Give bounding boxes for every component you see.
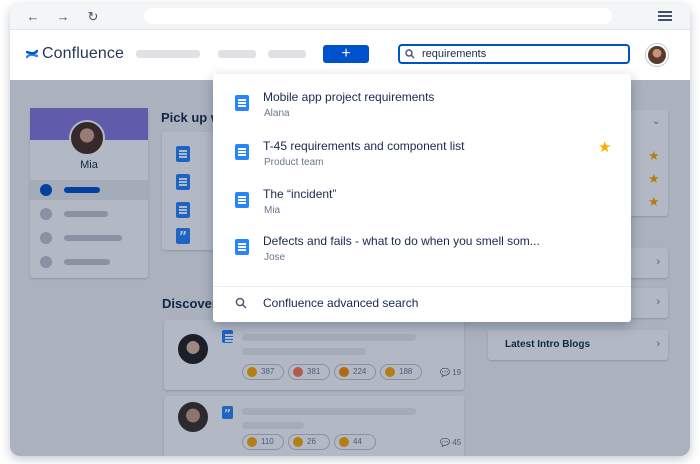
search-input[interactable]: requirements	[398, 44, 630, 64]
star-icon[interactable]: ★	[598, 138, 611, 156]
arrow-left-icon[interactable]: ←	[24, 8, 42, 26]
create-button[interactable]: +	[323, 45, 369, 63]
search-result-item[interactable]: The “incident” Mia	[213, 181, 631, 225]
advanced-search-link[interactable]: Confluence advanced search	[213, 288, 631, 320]
confluence-logo[interactable]: Confluence	[26, 45, 124, 63]
address-bar[interactable]	[144, 8, 612, 24]
result-title: T-45 requirements and component list	[263, 139, 465, 153]
confluence-logo-icon	[26, 49, 38, 59]
divider	[213, 286, 631, 287]
hamburger-menu-icon[interactable]	[658, 9, 672, 23]
search-result-item[interactable]: Defects and fails - what to do when you …	[213, 228, 631, 272]
nav-item-placeholder[interactable]	[136, 50, 200, 58]
user-avatar[interactable]	[646, 44, 668, 66]
search-icon	[405, 49, 415, 59]
page-icon	[235, 95, 249, 111]
nav-item-placeholder[interactable]	[268, 50, 306, 58]
reload-icon[interactable]: ↻	[84, 8, 102, 26]
app-name: Confluence	[42, 45, 124, 62]
advanced-search-label: Confluence advanced search	[263, 296, 419, 310]
top-navigation: Confluence + requirements	[10, 30, 690, 80]
page-icon	[235, 192, 249, 208]
result-subtitle: Mia	[264, 205, 281, 216]
result-title: The “incident”	[263, 187, 337, 201]
search-result-item[interactable]: T-45 requirements and component list Pro…	[213, 133, 631, 177]
search-results-dropdown: Mobile app project requirements Alana T-…	[213, 74, 631, 322]
nav-item-placeholder[interactable]	[218, 50, 256, 58]
result-subtitle: Jose	[264, 252, 286, 263]
result-title: Mobile app project requirements	[263, 90, 435, 104]
search-query: requirements	[422, 48, 487, 60]
browser-toolbar: ← → ↻	[10, 4, 690, 30]
arrow-right-icon[interactable]: →	[54, 8, 72, 26]
page-icon	[235, 239, 249, 255]
result-subtitle: Product team	[264, 157, 324, 168]
search-result-item[interactable]: Mobile app project requirements Alana	[213, 84, 631, 128]
result-title: Defects and fails - what to do when you …	[263, 234, 540, 248]
page-icon	[235, 144, 249, 160]
result-subtitle: Alana	[264, 108, 290, 119]
search-icon	[235, 297, 247, 309]
